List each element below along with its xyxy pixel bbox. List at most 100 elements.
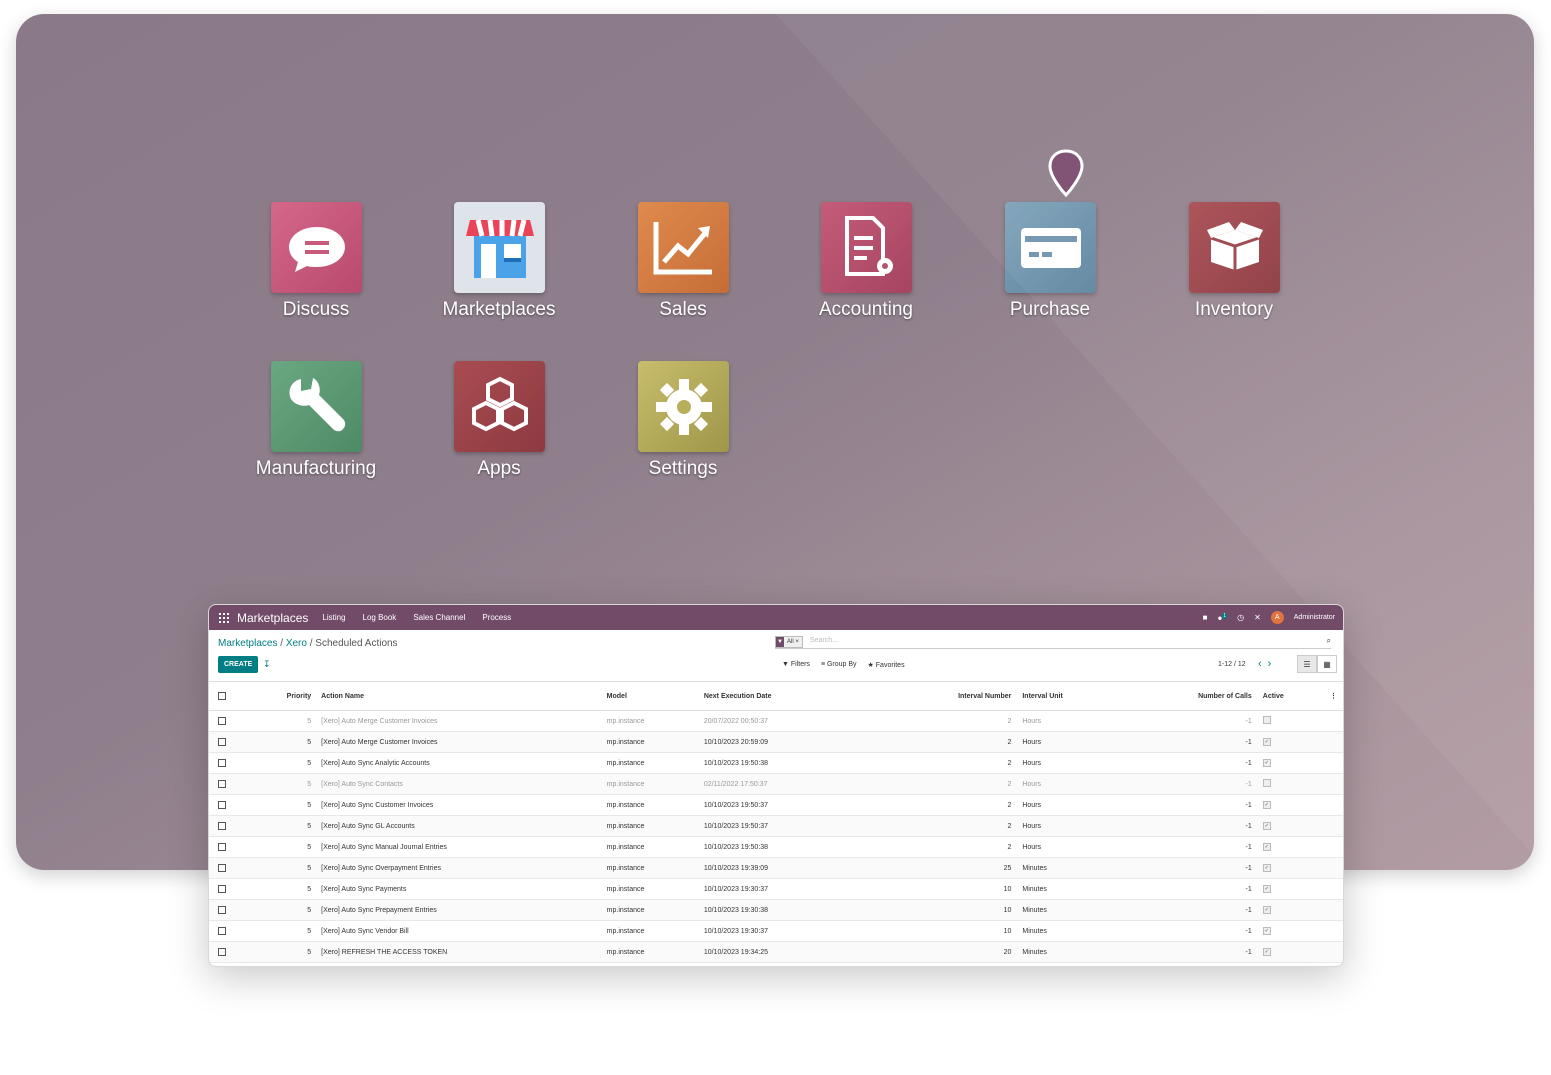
column-options-icon[interactable]: ⋮ — [1302, 681, 1343, 711]
row-checkbox[interactable] — [218, 864, 226, 872]
table-cell — [209, 941, 240, 963]
col-next-execution[interactable]: Next Execution Date — [702, 681, 901, 711]
active-checkbox[interactable]: ✓ — [1262, 759, 1271, 767]
cell-action-name: [Xero] Auto Sync Customer Invoices — [317, 794, 606, 816]
app-discuss[interactable]: Discuss — [226, 202, 406, 321]
active-checkbox[interactable]: ✓ — [1262, 738, 1271, 746]
download-icon[interactable]: ↧ — [263, 659, 271, 670]
row-checkbox[interactable] — [218, 948, 226, 956]
menu-log-book[interactable]: Log Book — [363, 613, 397, 622]
table-row[interactable]: 5 [Xero] Auto Sync Vendor Bill mp.instance… — [209, 920, 1343, 942]
breadcrumb: Marketplaces / Xero / Scheduled Actions — [218, 638, 398, 649]
user-name[interactable]: Administrator — [1294, 614, 1335, 621]
app-purchase[interactable]: Purchase — [960, 202, 1140, 321]
table-row[interactable]: 5 [Xero] Auto Sync Manual Journal Entries… — [209, 836, 1343, 858]
group-by-button[interactable]: ≡ Group By — [821, 661, 857, 669]
table-row[interactable]: 5 [Xero] Auto Sync Overpayment Entries mp.… — [209, 857, 1343, 879]
menu-sales-channel[interactable]: Sales Channel — [413, 613, 465, 622]
active-checkbox[interactable]: ✓ — [1262, 801, 1271, 809]
clock-icon[interactable]: ◷ — [1237, 613, 1244, 622]
active-checkbox[interactable]: ✓ — [1262, 885, 1271, 893]
shop-icon[interactable]: ■ — [1203, 613, 1208, 622]
app-brand[interactable]: Marketplaces — [237, 611, 308, 625]
col-interval-number[interactable]: Interval Number — [900, 681, 1013, 711]
table-row[interactable]: 5 [Xero] Auto Sync Customer Invoices mp.in… — [209, 794, 1343, 816]
row-checkbox[interactable] — [218, 738, 226, 746]
app-menu-icon[interactable] — [219, 612, 229, 623]
pager-arrows[interactable]: ‹› — [1258, 658, 1277, 670]
table-row[interactable]: 5 [Xero] Auto Sync Payments mp.instance 10/… — [209, 878, 1343, 900]
filters-button[interactable]: ▼ Filters — [782, 661, 810, 669]
row-checkbox[interactable] — [218, 927, 226, 935]
active-checkbox[interactable]: ✓ — [1262, 843, 1271, 851]
favorites-button[interactable]: ★ Favorites — [868, 661, 905, 669]
active-checkbox[interactable]: ✓ — [1262, 948, 1271, 956]
active-checkbox[interactable] — [1262, 716, 1271, 724]
active-checkbox[interactable]: ✓ — [1262, 864, 1271, 872]
table-row[interactable]: 5 [Xero] Auto Merge Customer Invoices mp.i… — [209, 710, 1343, 732]
cell-priority: 5 — [239, 731, 318, 753]
table-row[interactable]: 5 [Xero] Auto Sync Prepayment Entries mp.i… — [209, 899, 1343, 921]
table-row[interactable]: 5 [Xero] Auto Sync Contacts mp.instance 02/… — [209, 773, 1343, 795]
table-cell — [209, 920, 240, 942]
col-model[interactable]: Model — [605, 681, 703, 711]
col-priority[interactable]: Priority — [239, 681, 318, 711]
app-apps[interactable]: Apps — [409, 361, 589, 480]
menu-listing[interactable]: Listing — [322, 613, 345, 622]
breadcrumb-marketplaces[interactable]: Marketplaces — [218, 638, 277, 649]
chevron-left-icon[interactable]: ‹ — [1258, 658, 1268, 670]
cell-next-execution: 10/10/2023 19:50:37 — [702, 815, 901, 837]
app-settings[interactable]: Settings — [593, 361, 773, 480]
row-checkbox[interactable] — [218, 822, 226, 830]
row-checkbox[interactable] — [218, 906, 226, 914]
row-checkbox[interactable] — [218, 780, 226, 788]
table-row[interactable]: 5 [Xero] REFRESH THE ACCESS TOKEN mp.insta… — [209, 941, 1343, 963]
close-icon[interactable]: ✕ — [1254, 613, 1261, 622]
col-calls[interactable]: Number of Calls — [1137, 681, 1253, 711]
active-checkbox[interactable]: ✓ — [1262, 927, 1271, 935]
col-active[interactable]: Active — [1252, 681, 1303, 711]
table-cell — [209, 752, 240, 774]
app-label: Accounting — [818, 299, 913, 320]
breadcrumb-xero[interactable]: Xero — [286, 638, 307, 649]
calendar-view-icon[interactable]: ▦ — [1317, 655, 1337, 673]
active-checkbox[interactable]: ✓ — [1262, 822, 1271, 830]
search-input[interactable]: ▼ All × Search... ⌕ — [775, 636, 1331, 649]
cell-action-name: [Xero] Auto Sync Payments — [317, 878, 606, 900]
chevron-right-icon[interactable]: › — [1268, 658, 1278, 670]
row-checkbox[interactable] — [218, 759, 226, 767]
table-row[interactable]: 5 [Xero] Auto Sync Analytic Accounts mp.in… — [209, 752, 1343, 774]
app-accounting[interactable]: Accounting — [776, 202, 956, 321]
app-inventory[interactable]: Inventory — [1144, 202, 1324, 321]
menu-process[interactable]: Process — [482, 613, 511, 622]
table-row[interactable]: 5 [Xero] Auto Merge Customer Invoices mp.i… — [209, 731, 1343, 753]
table-cell: ✓ — [1252, 857, 1303, 879]
app-manufacturing[interactable]: Manufacturing — [226, 361, 406, 480]
create-button[interactable]: CREATE — [218, 656, 259, 673]
cell-action-name: [Xero] Auto Sync Contacts — [317, 773, 606, 795]
avatar[interactable]: A — [1270, 611, 1284, 624]
search-facet[interactable]: ▼ All × — [775, 636, 803, 648]
cell-priority: 5 — [239, 899, 318, 921]
table-row[interactable]: 5 [Xero] Auto Sync GL Accounts mp.instance… — [209, 815, 1343, 837]
search-icon[interactable]: ⌕ — [1327, 636, 1331, 646]
row-checkbox[interactable] — [218, 885, 226, 893]
pager-value[interactable]: 1-12 / 12 — [1218, 661, 1246, 668]
app-marketplaces[interactable]: Marketplaces — [409, 202, 589, 321]
open-box-icon — [1188, 202, 1280, 293]
select-all-checkbox[interactable] — [218, 692, 226, 700]
row-checkbox[interactable] — [218, 843, 226, 851]
row-checkbox[interactable] — [218, 717, 226, 725]
cell-calls: -1 — [1137, 899, 1253, 921]
col-action-name[interactable]: Action Name — [317, 681, 606, 711]
active-checkbox[interactable] — [1262, 779, 1271, 787]
row-checkbox[interactable] — [218, 801, 226, 809]
list-view-icon[interactable]: ☰ — [1297, 655, 1317, 673]
chat-icon[interactable]: ●1 — [1217, 612, 1228, 622]
active-checkbox[interactable]: ✓ — [1262, 906, 1271, 914]
cell-interval-unit: Hours — [1012, 773, 1138, 795]
cell-model: mp.instance — [605, 836, 703, 858]
app-label: Apps — [477, 458, 521, 479]
col-interval-unit[interactable]: Interval Unit — [1012, 681, 1138, 711]
app-sales[interactable]: Sales — [593, 202, 773, 321]
